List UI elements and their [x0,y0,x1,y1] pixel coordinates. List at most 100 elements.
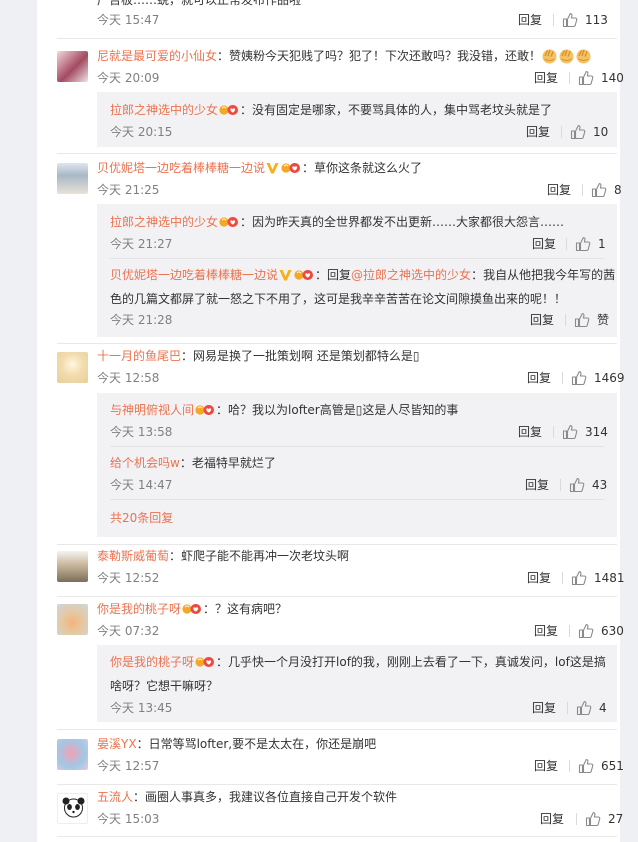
like-button[interactable]: 8 [582,182,622,198]
divider [57,343,617,344]
like-count: 8 [614,183,622,197]
reply-button[interactable]: 回复 [547,182,571,198]
reply-button[interactable]: 回复 [527,570,551,586]
like-button[interactable]: 10 [561,124,608,140]
reply-button[interactable]: 回复 [532,236,556,252]
reply: 给个机会吗w：老福特早就烂了 [110,454,276,472]
reply-time: 今天 21:27 [110,237,173,251]
reply-button[interactable]: 回复 [526,124,550,140]
panda-avatar-icon [62,797,85,818]
like-count: 651 [601,759,624,773]
reply-button[interactable]: 回复 [525,477,549,493]
clap-emoji-icon [558,47,575,64]
reply-time: 今天 13:58 [110,425,173,439]
like-button[interactable]: 43 [560,477,607,493]
comment-time: 今天 20:09 [97,71,160,85]
divider [569,72,570,84]
like-count: 27 [608,812,624,826]
comment-text: 草你这条就这么火了 [314,161,423,175]
like-button[interactable]: 1469 [562,370,625,386]
username-link[interactable]: 拉郎之神选中的少女 [110,103,218,117]
reply-word: 回复 [327,268,352,282]
like-button[interactable]: 630 [569,623,624,639]
divider [566,238,567,250]
username-link[interactable]: 给个机会吗w [110,456,180,470]
reply-text: 没有固定是哪家，不要骂具体的人，集中骂老坟头就是了 [252,103,553,117]
fan-badge-icon [195,655,215,669]
reply-button[interactable]: 回复 [518,12,542,28]
avatar[interactable] [57,793,88,824]
thumb-up-icon [569,477,585,493]
like-button[interactable]: 赞 [565,312,609,328]
avatar[interactable] [57,163,88,194]
reply-button[interactable]: 回复 [527,370,551,386]
reply-time: 今天 13:45 [110,701,173,715]
comment-time: 今天 12:57 [97,759,160,773]
like-button[interactable]: 1481 [562,570,625,586]
avatar[interactable] [57,51,88,82]
reply-text-continued: 色的几篇文都屏了就一怒之下不用了，这可是我辛辛苦苦在论文间隙摸鱼出来的呢！！ [110,292,567,306]
colon: ： [217,49,230,63]
reply-button[interactable]: 回复 [540,811,564,827]
username-link[interactable]: 泰勒斯威葡萄 [97,549,169,563]
reply-button[interactable]: 回复 [534,623,558,639]
like-button[interactable]: 4 [567,700,607,716]
like-button[interactable]: 27 [576,811,623,827]
username-link[interactable]: 五流人 [97,790,133,804]
reply-button[interactable]: 回复 [518,424,542,440]
like-count: 10 [593,125,609,139]
username-link[interactable]: 贝优妮塔一边吃着棒棒糖一边说 [97,161,265,175]
username-link[interactable]: 十一月的鱼尾巴 [97,349,181,363]
colon: ： [302,161,315,175]
reply-button[interactable]: 回复 [534,758,558,774]
username-link[interactable]: 拉郎之神选中的少女 [110,215,218,229]
like-count: 1 [598,237,606,251]
like-button[interactable]: 314 [553,424,608,440]
divider [562,572,563,584]
username-link[interactable]: 尼就是最可爱的小仙女 [97,49,217,63]
mention-link[interactable]: @拉郎之神选中的少女 [351,268,471,282]
avatar[interactable] [57,739,88,770]
fan-badge-icon [182,602,202,616]
reply-button[interactable]: 回复 [530,312,554,328]
reply-button[interactable]: 回复 [532,700,556,716]
like-count: 1469 [594,371,625,385]
divider [553,14,554,26]
divider [560,479,561,491]
like-count: 43 [592,478,608,492]
like-button[interactable]: 1 [566,236,606,252]
thumb-up-icon [562,424,578,440]
avatar[interactable] [57,604,88,635]
comment-text: 日常等骂lofter,要不是太太在，你还是崩吧 [148,737,377,751]
username-link[interactable]: 你是我的桃子呀 [97,602,181,616]
divider [565,314,566,326]
like-button[interactable]: 113 [553,12,608,28]
reply-button[interactable]: 回复 [534,70,558,86]
divider [57,544,617,545]
divider [110,258,604,259]
comment: 贝优妮塔一边吃着棒棒糖一边说 ：草你这条就这么火了 [97,159,422,177]
comment: 晏溪YX：日常等骂lofter,要不是太太在，你还是崩吧 [97,735,376,753]
fan-badge-icon [195,403,215,417]
divider [582,184,583,196]
username-link[interactable]: 与神明俯视人间 [110,403,194,417]
divider [57,836,617,837]
reply-text: 因为昨天真的全世界都发不出更新……大家都很大怨言…… [252,215,565,229]
username-link[interactable]: 晏溪YX [97,737,137,751]
more-replies-link[interactable]: 共20条回复 [110,510,173,526]
like-button[interactable]: 651 [569,758,624,774]
username-link[interactable]: 你是我的桃子呀 [110,655,194,669]
like-count: 314 [585,425,608,439]
thumb-up-icon [575,236,591,252]
divider [110,499,604,500]
colon: ： [169,549,182,563]
thumb-up-icon [570,124,586,140]
thumb-up-icon [591,182,607,198]
username-link[interactable]: 贝优妮塔一边吃着棒棒糖一边说 [110,268,278,282]
colon: ： [216,655,229,669]
avatar[interactable] [57,352,88,383]
like-button[interactable]: 140 [569,70,624,86]
comment-time: 今天 07:32 [97,624,160,638]
reply-text: 几乎快一个月没打开lof的我，刚刚上去看了一下，真诚发问，lof这是搞 [228,655,606,669]
avatar[interactable] [57,551,88,582]
